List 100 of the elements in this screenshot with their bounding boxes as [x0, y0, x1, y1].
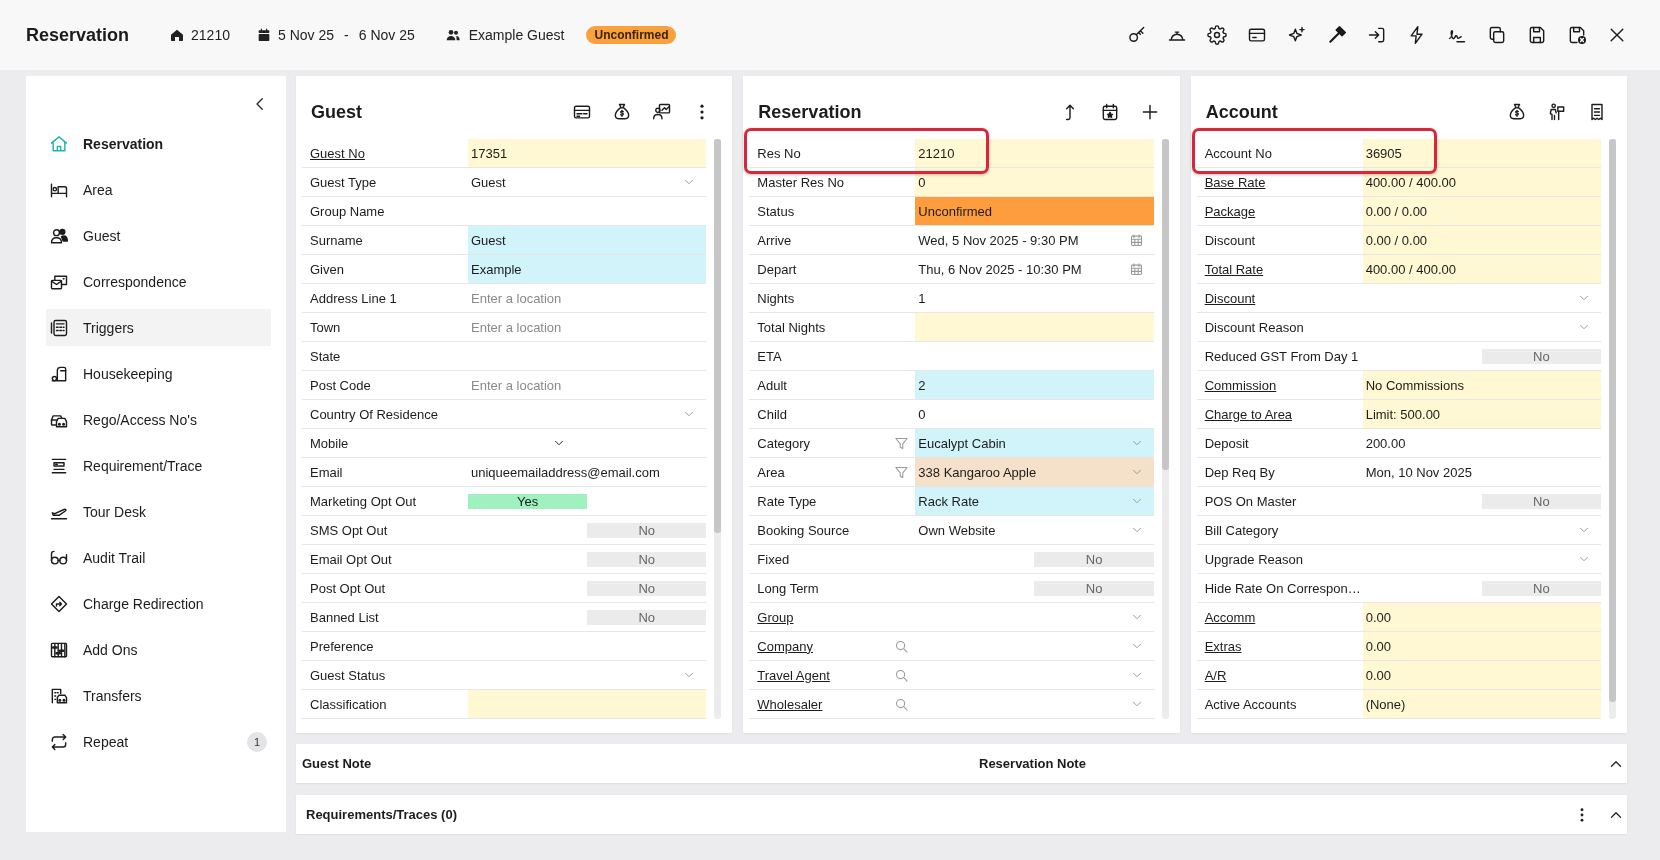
- field-link[interactable]: Group: [757, 609, 794, 625]
- dropdown-field[interactable]: Eucalypt Cabin: [915, 429, 1154, 457]
- yes-no-toggle[interactable]: No: [1362, 342, 1601, 370]
- section-title[interactable]: Requirements/Traces (0): [306, 807, 457, 822]
- presenter-chart-icon[interactable]: [652, 102, 673, 122]
- scrollbar-thumb[interactable]: [1161, 139, 1169, 470]
- yes-no-toggle[interactable]: No: [1362, 487, 1601, 515]
- nav-item[interactable]: Transfers: [46, 677, 271, 714]
- yes-no-toggle[interactable]: No: [468, 516, 707, 544]
- nav-item[interactable]: Reservation: [46, 125, 271, 162]
- copy-icon[interactable]: [1487, 25, 1507, 45]
- nav-item[interactable]: Housekeeping: [46, 355, 271, 392]
- save-icon[interactable]: [1527, 25, 1547, 45]
- text-field[interactable]: uniqueemailaddress@email.com: [468, 458, 707, 486]
- yes-no-toggle[interactable]: Yes: [468, 487, 707, 515]
- field-link[interactable]: Guest No: [310, 145, 365, 161]
- nav-item[interactable]: Requirement/Trace: [46, 447, 271, 484]
- text-field[interactable]: Limit: 500.00: [1362, 400, 1601, 428]
- text-field[interactable]: [468, 690, 707, 718]
- date-field[interactable]: Thu, 6 Nov 2025 - 10:30 PM: [915, 255, 1154, 283]
- section-title[interactable]: Guest Note: [302, 756, 372, 771]
- text-field[interactable]: Enter a location: [468, 371, 707, 399]
- calendar-icon[interactable]: [1128, 232, 1144, 248]
- text-field[interactable]: 1: [915, 284, 1154, 312]
- text-field[interactable]: 0.00 / 0.00: [1362, 197, 1601, 225]
- scrollbar-thumb[interactable]: [714, 139, 722, 534]
- nav-item[interactable]: Add Ons: [46, 631, 271, 668]
- text-field[interactable]: Enter a location: [468, 313, 707, 341]
- text-field[interactable]: No Commissions: [1362, 371, 1601, 399]
- id-card-icon[interactable]: [572, 102, 593, 122]
- text-field[interactable]: Example: [468, 255, 707, 283]
- nav-item[interactable]: Correspondence: [46, 263, 271, 300]
- text-field[interactable]: 200.00: [1362, 429, 1601, 457]
- text-field[interactable]: 0.00: [1362, 661, 1601, 689]
- nav-item[interactable]: Charge Redirection: [46, 585, 271, 622]
- field-link[interactable]: Wholesaler: [757, 696, 823, 712]
- field-link[interactable]: Total Rate: [1204, 261, 1264, 277]
- search-icon[interactable]: [894, 638, 910, 654]
- yes-no-toggle[interactable]: No: [468, 545, 707, 573]
- field-link[interactable]: Discount: [1204, 290, 1256, 306]
- person-sign-icon[interactable]: [1547, 102, 1567, 122]
- nav-item[interactable]: Audit Trail: [46, 539, 271, 576]
- text-field[interactable]: 36905: [1362, 139, 1601, 167]
- nav-item[interactable]: Tour Desk: [46, 493, 271, 530]
- yes-no-toggle[interactable]: No: [468, 603, 707, 631]
- money-bag-icon[interactable]: [1507, 102, 1527, 122]
- save-cancel-icon[interactable]: [1567, 25, 1587, 45]
- field-link[interactable]: Commission: [1204, 377, 1277, 393]
- field-link[interactable]: Base Rate: [1204, 174, 1266, 190]
- key-icon[interactable]: [1127, 25, 1147, 45]
- nav-item[interactable]: Rego/Access No's: [46, 401, 271, 438]
- field-label: Discount: [1204, 232, 1256, 248]
- text-field[interactable]: Enter a location: [468, 284, 707, 312]
- panel-title: Reservation: [758, 101, 863, 123]
- field-link[interactable]: Package: [1204, 203, 1256, 219]
- nav-item[interactable]: Repeat 1: [46, 723, 271, 760]
- text-field[interactable]: 17351: [468, 139, 707, 167]
- settings-icon[interactable]: [1207, 25, 1227, 45]
- credit-card-icon[interactable]: [1247, 25, 1267, 45]
- search-icon[interactable]: [894, 667, 910, 683]
- text-field[interactable]: Unconfirmed: [915, 197, 1154, 225]
- yes-no-toggle[interactable]: No: [915, 545, 1154, 573]
- dropdown-field[interactable]: Own Website: [915, 516, 1154, 544]
- text-field[interactable]: 0: [915, 168, 1154, 196]
- search-icon[interactable]: [894, 696, 910, 712]
- yes-no-toggle[interactable]: No: [468, 574, 707, 602]
- text-field[interactable]: 400.00 / 400.00: [1362, 255, 1601, 283]
- nav-item[interactable]: Area: [46, 171, 271, 208]
- text-field[interactable]: 2: [915, 371, 1154, 399]
- field-link[interactable]: Extras: [1204, 638, 1242, 654]
- yes-no-toggle[interactable]: No: [1362, 574, 1601, 602]
- text-field[interactable]: (None): [1362, 690, 1601, 718]
- sign-in-icon[interactable]: [1367, 25, 1387, 45]
- filter-icon[interactable]: [894, 435, 910, 451]
- text-field[interactable]: 0: [915, 400, 1154, 428]
- date-field[interactable]: Wed, 5 Nov 2025 - 9:30 PM: [915, 226, 1154, 254]
- text-field[interactable]: [915, 313, 1154, 341]
- field-link[interactable]: Accomm: [1204, 609, 1256, 625]
- yes-no-toggle[interactable]: No: [915, 574, 1154, 602]
- text-field[interactable]: 21210: [915, 139, 1154, 167]
- field-link[interactable]: A/R: [1204, 667, 1227, 683]
- dropdown-field[interactable]: Rack Rate: [915, 487, 1154, 515]
- filter-icon[interactable]: [894, 464, 910, 480]
- text-field[interactable]: Guest: [468, 226, 707, 254]
- section-title[interactable]: Reservation Note: [979, 756, 1086, 771]
- nav-item[interactable]: Guest: [46, 217, 271, 254]
- dropdown-field[interactable]: 338 Kangaroo Apple: [915, 458, 1154, 486]
- text-field[interactable]: 0.00 / 0.00: [1362, 226, 1601, 254]
- sparkles-icon[interactable]: [1287, 25, 1307, 45]
- field-link[interactable]: Charge to Area: [1204, 406, 1293, 422]
- text-field[interactable]: 400.00 / 400.00: [1362, 168, 1601, 196]
- hammer-icon[interactable]: [1327, 25, 1347, 45]
- dropdown-field[interactable]: Guest: [468, 168, 707, 196]
- calendar-icon[interactable]: [1128, 261, 1144, 277]
- field-link[interactable]: Company: [757, 638, 813, 654]
- field-link[interactable]: Travel Agent: [757, 667, 830, 683]
- text-field[interactable]: 0.00: [1362, 603, 1601, 631]
- text-field[interactable]: Mon, 10 Nov 2025: [1362, 458, 1601, 486]
- nav-item[interactable]: Triggers: [46, 309, 271, 346]
- text-field[interactable]: 0.00: [1362, 632, 1601, 660]
